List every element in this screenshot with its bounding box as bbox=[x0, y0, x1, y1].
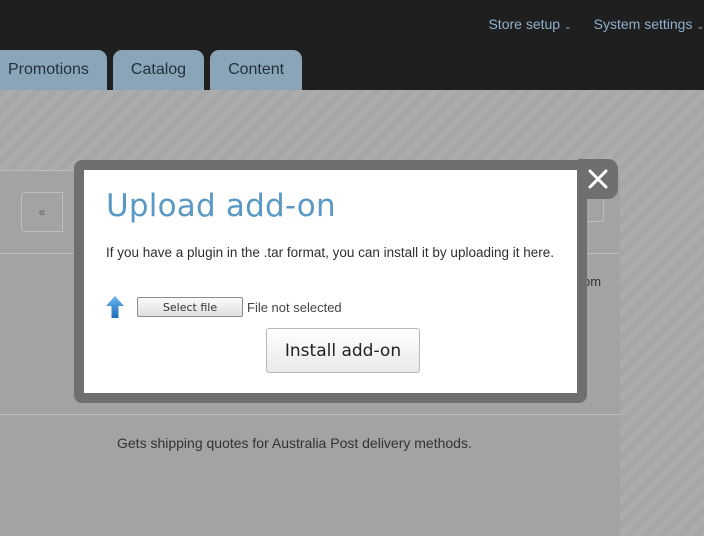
upload-arrow-icon[interactable] bbox=[106, 296, 124, 318]
tab-promotions[interactable]: Promotions bbox=[0, 50, 107, 90]
system-settings-label: System settings bbox=[593, 16, 693, 32]
top-menu: Store setup ⌄ System settings ⌄ bbox=[488, 14, 704, 34]
store-setup-label: Store setup bbox=[488, 16, 561, 32]
upload-row: Select file File not selected bbox=[106, 296, 342, 318]
close-icon bbox=[587, 168, 609, 190]
chevron-down-icon: ⌄ bbox=[696, 20, 704, 31]
select-file-button[interactable]: Select file bbox=[137, 297, 243, 317]
top-bar: Store setup ⌄ System settings ⌄ Promotio… bbox=[0, 0, 704, 90]
system-settings-menu[interactable]: System settings ⌄ bbox=[594, 14, 704, 34]
dialog-description: If you have a plugin in the .tar format,… bbox=[106, 245, 555, 260]
pager-prev-button[interactable]: « bbox=[21, 192, 63, 232]
store-setup-menu[interactable]: Store setup ⌄ bbox=[488, 14, 571, 34]
install-addon-button[interactable]: Install add-on bbox=[266, 328, 420, 373]
chevron-down-icon: ⌄ bbox=[564, 20, 572, 31]
tab-content[interactable]: Content bbox=[210, 50, 303, 90]
addon-description: Gets shipping quotes for Australia Post … bbox=[117, 435, 472, 451]
close-button[interactable] bbox=[578, 159, 618, 199]
tab-catalog[interactable]: Catalog bbox=[112, 50, 205, 90]
dialog-title: Upload add-on bbox=[106, 188, 336, 224]
upload-addon-dialog: Upload add-on If you have a plugin in th… bbox=[84, 170, 577, 393]
row-divider bbox=[0, 414, 620, 415]
main-tabs: Promotions Catalog Content bbox=[0, 50, 303, 90]
file-status: File not selected bbox=[247, 299, 342, 315]
